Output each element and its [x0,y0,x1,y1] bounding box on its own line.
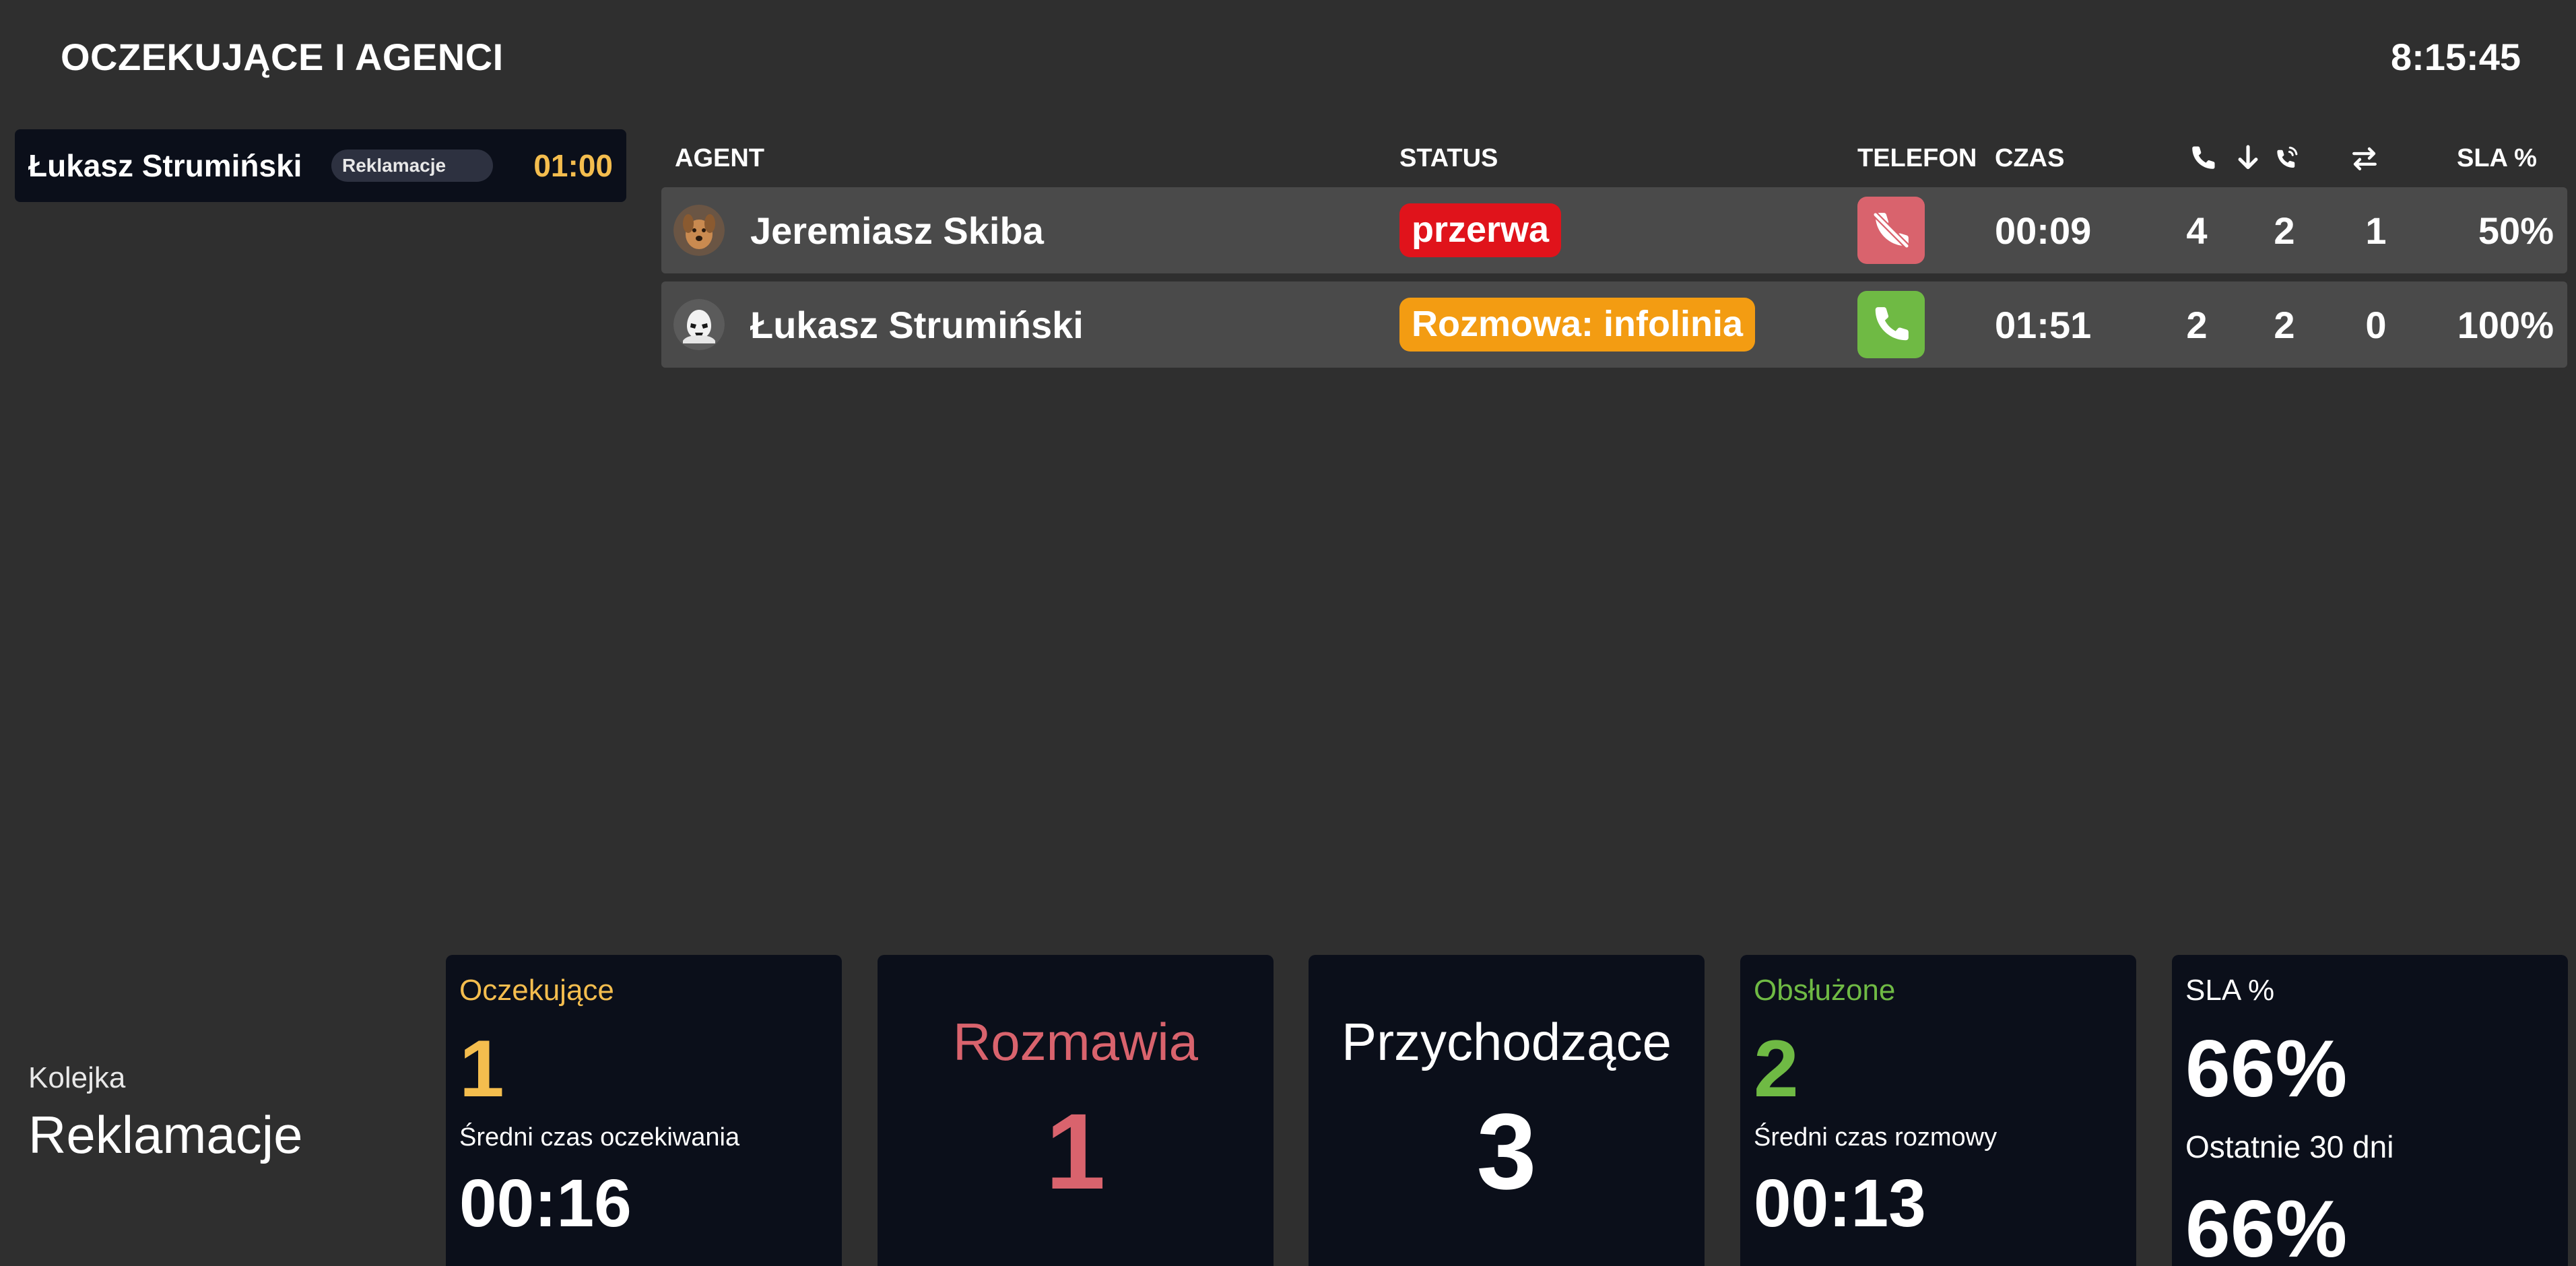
column-time[interactable]: CZAS [1995,144,2064,173]
waiting-avg-value: 00:16 [459,1166,632,1241]
agent-sla: 50% [2478,209,2554,252]
column-transferred[interactable] [2350,144,2379,179]
incoming-stat-card: Przychodzące 3 [1309,955,1705,1266]
served-stat-title: Obsłużone [1754,974,1896,1007]
agent-missed: 2 [2274,303,2295,346]
phone-active-icon[interactable] [1857,291,1925,358]
agent-status-cell: przerwa [1399,187,1562,273]
agent-answered: 4 [2186,209,2208,252]
column-missed[interactable] [2272,144,2301,179]
agent-phone-cell [1857,281,1925,368]
incoming-call-icon [2192,146,2215,169]
sla-stat-title: SLA % [2185,974,2275,1007]
agent-sla: 100% [2457,303,2554,346]
agent-avatar [673,187,725,273]
incoming-stat-value: 3 [1476,1091,1537,1211]
served-avg-value: 00:13 [1754,1166,1926,1241]
agent-avatar [673,281,725,368]
down-arrow-icon [2238,145,2258,170]
agent-time: 01:51 [1995,303,2092,346]
table-row[interactable]: Łukasz Strumiński Rozmowa: infolinia 01:… [661,281,2567,368]
agent-answered: 2 [2186,303,2208,346]
waiting-caller-card[interactable]: Łukasz Strumiński Reklamacje 01:00 [15,129,626,202]
transfer-arrows-icon [2352,147,2377,170]
page-title: OCZEKUJĄCE I AGENCI [61,36,504,78]
ringing-phone-icon [2277,146,2298,168]
status-badge: przerwa [1399,203,1562,257]
incoming-stat-title: Przychodzące [1342,1012,1672,1071]
agent-phone-cell [1857,187,1925,273]
waiting-avg-label: Średni czas oczekiwania [459,1123,740,1152]
column-status[interactable]: STATUS [1399,144,1498,173]
clock: 8:15:45 [2390,36,2521,78]
talking-stat-value: 1 [1045,1091,1106,1211]
waiting-caller-name: Łukasz Strumiński [28,148,302,183]
column-phone[interactable]: TELEFON [1857,144,1977,173]
waiting-stat-title: Oczekujące [459,974,614,1007]
agent-missed: 2 [2274,209,2295,252]
sla-period-label: Ostatnie 30 dni [2185,1129,2394,1164]
agents-table-header: AGENT STATUS TELEFON CZAS SLA % [661,141,2567,179]
table-row[interactable]: Jeremiasz Skiba przerwa 00:09 4 2 1 50% [661,187,2567,273]
served-stat-value: 2 [1754,1024,1799,1114]
agent-transferred: 1 [2365,209,2387,252]
waiting-queue-chip: Reklamacje [331,149,494,182]
sla-stat-value: 66% [2185,1024,2348,1114]
waiting-stat-card: Oczekujące 1 Średni czas oczekiwania 00:… [446,955,842,1266]
agent-name: Łukasz Strumiński [750,303,1084,346]
queue-name: Reklamacje [28,1105,303,1164]
phone-off-icon[interactable] [1857,197,1925,264]
served-stat-card: Obsłużone 2 Średni czas rozmowy 00:13 [1740,955,2136,1266]
agent-name: Jeremiasz Skiba [750,209,1044,252]
agents-table: AGENT STATUS TELEFON CZAS SLA % Jeremias… [661,141,2567,368]
talking-stat-card: Rozmawia 1 [878,955,1274,1266]
status-badge: Rozmowa: infolinia [1399,298,1755,352]
column-answered[interactable] [2177,144,2259,179]
stormtrooper-avatar-icon [673,299,725,350]
waiting-time: 01:00 [533,148,613,183]
talking-stat-title: Rozmawia [952,1012,1199,1071]
waiting-stat-value: 1 [459,1024,504,1114]
column-sla[interactable]: SLA % [2457,144,2537,173]
agent-time: 00:09 [1995,209,2092,252]
agent-transferred: 0 [2365,303,2387,346]
agent-status-cell: Rozmowa: infolinia [1399,281,1755,368]
queue-label: Kolejka [28,1061,126,1094]
sla-period-value: 66% [2185,1184,2348,1266]
column-agent[interactable]: AGENT [675,144,764,173]
dashboard: OCZEKUJĄCE I AGENCI 8:15:45 Łukasz Strum… [0,0,2576,1266]
served-avg-label: Średni czas rozmowy [1754,1123,1997,1152]
sla-stat-card: SLA % 66% Ostatnie 30 dni 66% [2172,955,2568,1266]
dog-avatar-icon [673,205,725,256]
